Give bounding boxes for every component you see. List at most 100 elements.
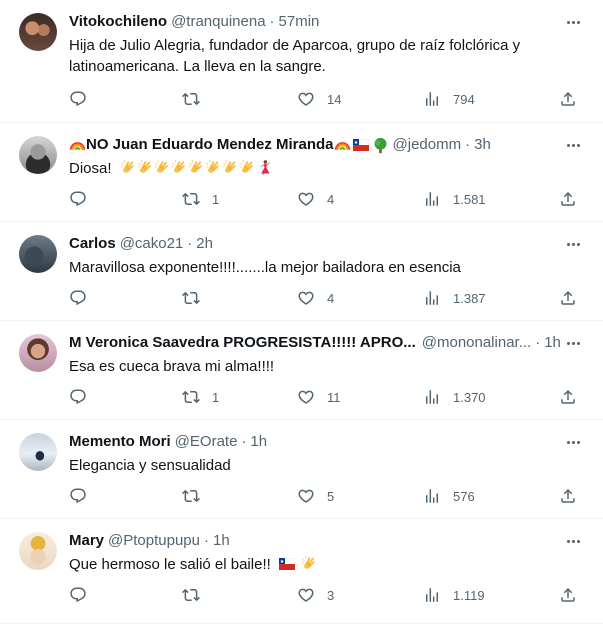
action-bar: 1 4 1.581: [69, 190, 587, 210]
share-button[interactable]: [559, 487, 577, 505]
share-icon: [559, 190, 577, 208]
tweet-header: Vitokochileno @tranquinena · 57min: [69, 12, 587, 32]
tweet-time[interactable]: 1h: [250, 432, 267, 452]
more-icon[interactable]: [563, 335, 583, 351]
share-icon: [559, 90, 577, 108]
author-name[interactable]: Memento Mori: [69, 432, 171, 452]
reply-button[interactable]: [69, 388, 87, 406]
like-count: 3: [327, 587, 335, 603]
like-button[interactable]: 3: [297, 586, 334, 604]
author-handle[interactable]: @Ptoptupupu: [108, 531, 200, 551]
views-button[interactable]: 576: [423, 487, 475, 505]
tweet-time[interactable]: 1h: [213, 531, 230, 551]
reply-button[interactable]: [69, 586, 87, 604]
tweet-time[interactable]: 1h: [544, 333, 561, 353]
author-handle[interactable]: @jedomm: [393, 135, 462, 155]
author-handle[interactable]: @cako21: [120, 234, 184, 254]
retweet-button[interactable]: [182, 586, 200, 604]
like-button[interactable]: 5: [297, 487, 334, 505]
more-icon[interactable]: [563, 236, 583, 252]
tweet-text: Elegancia y sensualidad: [69, 457, 231, 474]
reply-icon: [69, 90, 87, 108]
author-handle[interactable]: @tranquinena: [171, 12, 265, 32]
tweet[interactable]: Mary @Ptoptupupu · 1h Que hermoso le sal…: [0, 519, 603, 624]
share-icon: [559, 487, 577, 505]
retweet-icon: [182, 487, 200, 505]
author-handle[interactable]: @mononalinar...: [422, 333, 531, 353]
avatar[interactable]: [19, 334, 57, 372]
clap-icon: [171, 159, 188, 176]
share-button[interactable]: [559, 388, 577, 406]
reply-button[interactable]: [69, 289, 87, 307]
reply-button[interactable]: [69, 90, 87, 108]
tweet[interactable]: Vitokochileno @tranquinena · 57min Hija …: [0, 0, 603, 123]
tweet-time[interactable]: 57min: [279, 12, 320, 32]
tweet-time[interactable]: 3h: [474, 135, 491, 155]
clap-icon: [301, 555, 318, 572]
view-count: 576: [453, 488, 475, 504]
retweet-button[interactable]: [182, 487, 200, 505]
avatar[interactable]: [19, 532, 57, 570]
tweet[interactable]: Memento Mori @EOrate · 1h Elegancia y se…: [0, 420, 603, 519]
tweet-time[interactable]: 2h: [196, 234, 213, 254]
retweet-icon: [182, 586, 200, 604]
retweet-icon: [182, 190, 200, 208]
separator-dot: ·: [535, 334, 541, 351]
views-button[interactable]: 1.370: [423, 388, 486, 406]
clap-icon: [154, 159, 171, 176]
reply-icon: [69, 289, 87, 307]
clap-icon: [120, 159, 137, 176]
like-button[interactable]: 4: [297, 289, 334, 307]
author-name[interactable]: Vitokochileno: [69, 12, 167, 32]
reply-button[interactable]: [69, 190, 87, 208]
view-count: 1.581: [453, 191, 486, 207]
share-icon: [559, 586, 577, 604]
author-name[interactable]: M Veronica Saavedra PROGRESISTA!!!!! APR…: [69, 333, 416, 353]
retweet-button[interactable]: [182, 289, 200, 307]
like-button[interactable]: 14: [297, 90, 341, 108]
heart-icon: [297, 388, 315, 406]
views-icon: [423, 388, 441, 406]
views-button[interactable]: 1.387: [423, 289, 486, 307]
clap-icon: [137, 159, 154, 176]
tweet-header: Memento Mori @EOrate · 1h: [69, 432, 587, 452]
author-name[interactable]: Mary: [69, 531, 104, 551]
share-button[interactable]: [559, 190, 577, 208]
tweet[interactable]: M Veronica Saavedra PROGRESISTA!!!!! APR…: [0, 321, 603, 420]
retweet-button[interactable]: [182, 90, 200, 108]
heart-icon: [297, 90, 315, 108]
heart-icon: [297, 289, 315, 307]
like-count: 11: [327, 389, 341, 405]
author-handle[interactable]: @EOrate: [175, 432, 238, 452]
tweet-text-content: Que hermoso le salió el baile!!: [69, 556, 271, 573]
share-button[interactable]: [559, 586, 577, 604]
more-icon[interactable]: [563, 533, 583, 549]
author-name[interactable]: Carlos: [69, 234, 116, 254]
like-button[interactable]: 11: [297, 388, 341, 406]
views-button[interactable]: 1.581: [423, 190, 486, 208]
retweet-button[interactable]: 1: [182, 388, 219, 406]
views-button[interactable]: 1.119: [423, 586, 485, 604]
avatar[interactable]: [19, 433, 57, 471]
avatar[interactable]: [19, 235, 57, 273]
share-button[interactable]: [559, 289, 577, 307]
action-bar: 3 1.119: [69, 586, 587, 606]
retweet-button[interactable]: 1: [182, 190, 219, 208]
more-icon[interactable]: [563, 137, 583, 153]
tweet[interactable]: Carlos @cako21 · 2h Maravillosa exponent…: [0, 222, 603, 321]
view-count: 794: [453, 91, 475, 107]
retweet-icon: [182, 388, 200, 406]
reply-button[interactable]: [69, 487, 87, 505]
author-name[interactable]: NO Juan Eduardo Mendez Miranda: [86, 135, 334, 155]
avatar[interactable]: [19, 13, 57, 51]
tweet[interactable]: NO Juan Eduardo Mendez Miranda @jedomm ·…: [0, 123, 603, 222]
action-bar: 14 794: [69, 90, 587, 110]
more-icon[interactable]: [563, 434, 583, 450]
action-bar: 5 576: [69, 487, 587, 507]
avatar[interactable]: [19, 136, 57, 174]
share-button[interactable]: [559, 90, 577, 108]
like-button[interactable]: 4: [297, 190, 334, 208]
heart-icon: [297, 586, 315, 604]
views-button[interactable]: 794: [423, 90, 475, 108]
more-icon[interactable]: [563, 14, 583, 30]
